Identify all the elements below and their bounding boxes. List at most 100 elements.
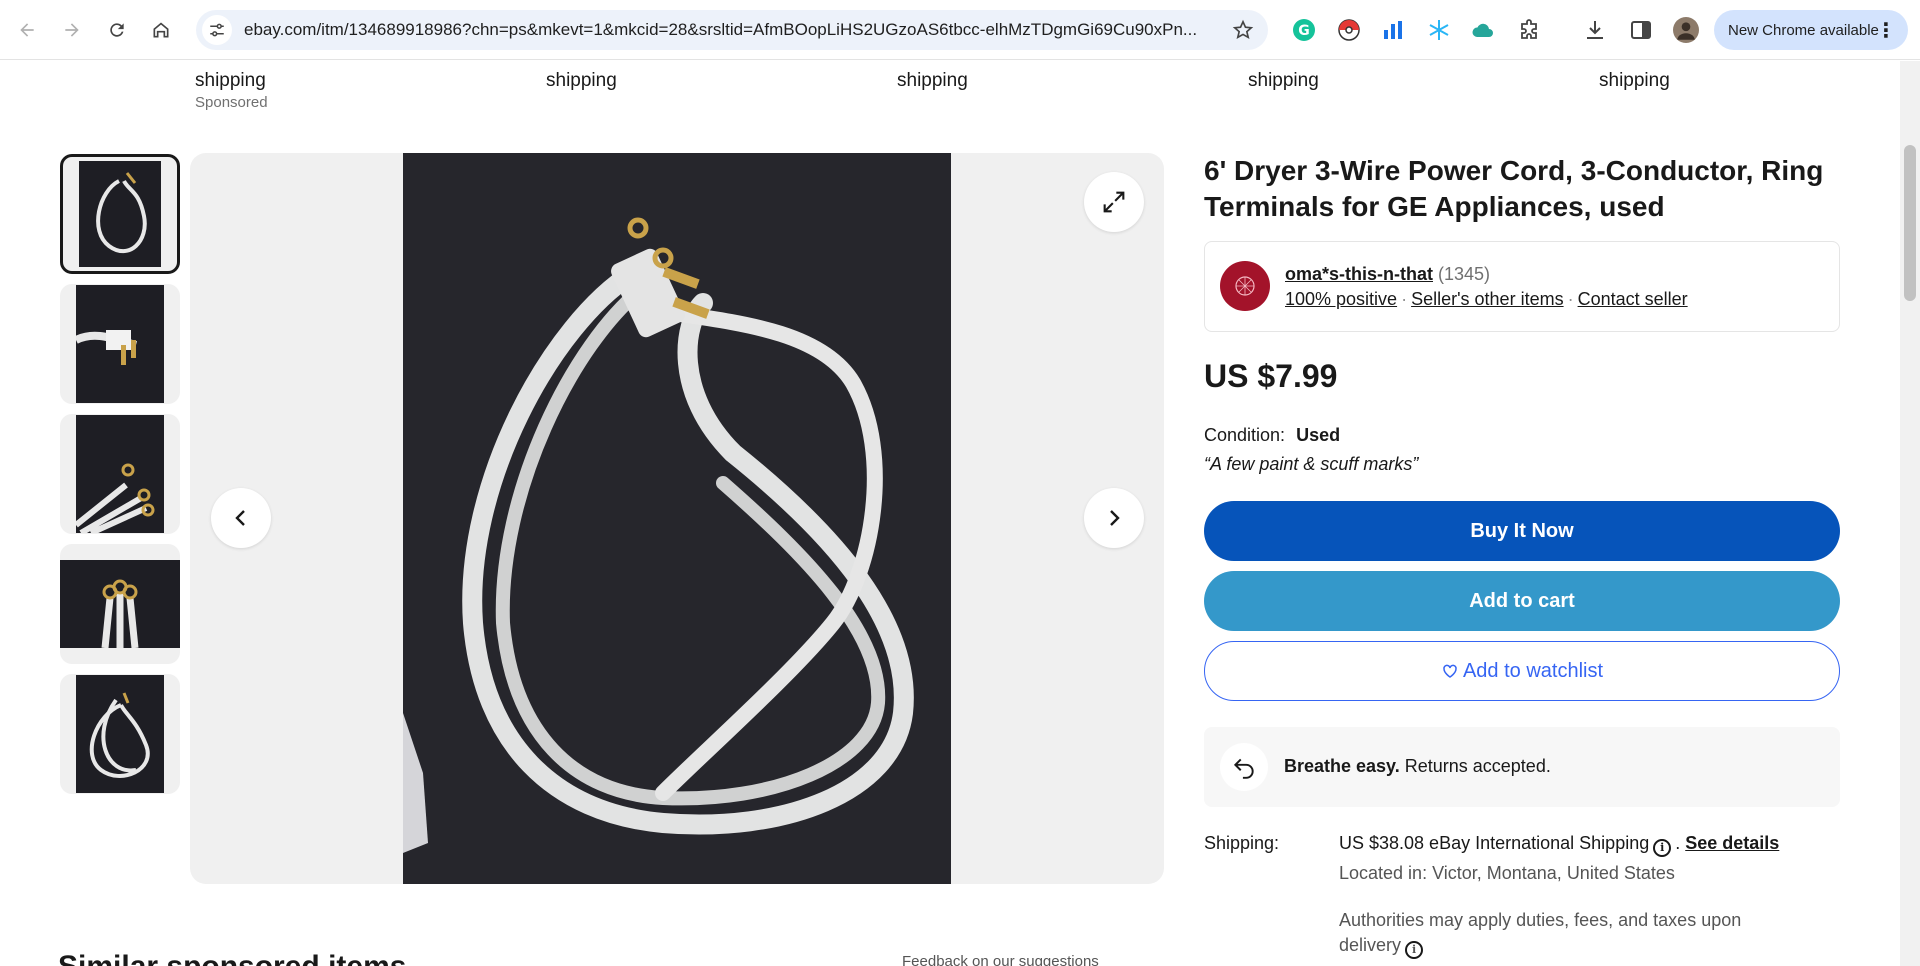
suggestions-feedback-link[interactable]: Feedback on our suggestions <box>902 953 1099 966</box>
duties-note: Authorities may apply duties, fees, and … <box>1339 908 1799 959</box>
strip-item-price-cut <box>546 61 617 69</box>
item-location: Located in: Victor, Montana, United Stat… <box>1339 863 1675 883</box>
strip-item[interactable]: shipping <box>1248 61 1319 92</box>
duties-text: Authorities may apply duties, fees, and … <box>1339 910 1742 955</box>
previous-image-button[interactable] <box>211 488 271 548</box>
chart-extension-icon[interactable] <box>1380 17 1406 43</box>
heart-icon <box>1443 664 1457 678</box>
seller-links: 100% positive · Seller's other items · Conta… <box>1285 289 1688 310</box>
page-content: shipping Sponsored shipping shipping shi… <box>0 61 1900 966</box>
image-gallery <box>190 153 1164 884</box>
seller-other-items-link[interactable]: Seller's other items <box>1411 289 1564 309</box>
chevron-right-icon <box>1110 510 1120 526</box>
menu-dots-icon[interactable]: ⋮ <box>1876 18 1896 43</box>
strip-item[interactable]: shipping Sponsored <box>195 61 268 111</box>
sponsored-label: Sponsored <box>195 94 268 111</box>
watchlist-label: Add to watchlist <box>1462 659 1604 682</box>
shipping-section: Shipping: US $38.08 eBay International S… <box>1204 833 1840 963</box>
reload-icon <box>110 23 124 37</box>
returns-text: Breathe easy. Returns accepted. <box>1284 756 1551 777</box>
browser-toolbar: ebay.com/itm/134689918986?chn=ps&mkevt=1… <box>0 0 1920 60</box>
thumbnail-image <box>76 675 164 793</box>
chevron-left-icon <box>235 510 245 526</box>
separator-dot: · <box>1401 289 1408 309</box>
condition-row: Condition: Used <box>1204 425 1840 446</box>
shipping-value: US $38.08 eBay International Shipping <box>1339 833 1650 853</box>
add-to-watchlist-button[interactable]: Add to watchlist <box>1204 641 1840 701</box>
home-icon <box>153 22 169 38</box>
returns-rest: Returns accepted. <box>1404 756 1551 776</box>
pokeball-extension-icon[interactable] <box>1336 17 1362 43</box>
reload-button[interactable] <box>100 13 134 47</box>
thumbnail-3[interactable] <box>60 414 180 534</box>
update-chrome-button[interactable]: New Chrome available ⋮ <box>1714 10 1908 50</box>
thumbnail-5[interactable] <box>60 674 180 794</box>
contact-seller-link[interactable]: Contact seller <box>1578 289 1688 309</box>
extensions-puzzle-icon[interactable] <box>1516 17 1542 43</box>
site-info-icon[interactable] <box>202 15 232 45</box>
seller-name-link[interactable]: oma*s-this-n-that <box>1285 264 1433 284</box>
svg-text:G: G <box>1298 23 1310 39</box>
forward-button[interactable] <box>55 13 89 47</box>
info-icon[interactable]: i <box>1405 940 1424 959</box>
arrow-left-icon <box>20 23 34 37</box>
similar-items-heading: Similar sponsored items <box>58 950 406 966</box>
next-image-button[interactable] <box>1084 488 1144 548</box>
sponsored-strip: shipping Sponsored shipping shipping shi… <box>0 61 1900 111</box>
cloud-extension-icon[interactable] <box>1470 17 1496 43</box>
strip-item-shipping: shipping <box>897 70 968 91</box>
arrow-right-icon <box>65 23 79 37</box>
return-arrow-icon <box>1220 743 1268 791</box>
info-icon[interactable]: i <box>1653 838 1672 857</box>
condition-value: Used <box>1296 425 1341 445</box>
seller-feedback-count: (1345) <box>1438 264 1491 284</box>
strip-item-shipping: shipping <box>1599 70 1670 91</box>
strip-item-price-cut <box>1248 61 1319 69</box>
back-button[interactable] <box>10 13 44 47</box>
seller-avatar[interactable] <box>1220 261 1270 311</box>
condition-label: Condition: <box>1204 425 1286 445</box>
product-title: 6' Dryer 3-Wire Power Cord, 3-Conductor,… <box>1204 155 1824 222</box>
main-product-image[interactable] <box>403 153 951 884</box>
strip-item-price-cut <box>897 61 968 69</box>
thumbnail-image <box>74 415 164 534</box>
page-scrollbar[interactable] <box>1900 61 1920 966</box>
separator-dot: · <box>1567 289 1574 309</box>
returns-bold: Breathe easy. <box>1284 756 1400 776</box>
url-text[interactable]: ebay.com/itm/134689918986?chn=ps&mkevt=1… <box>244 20 1224 40</box>
bookmark-star-icon[interactable] <box>1232 19 1254 41</box>
download-icon[interactable] <box>1582 17 1608 43</box>
condition-note: “A few paint & scuff marks” <box>1204 454 1419 474</box>
strip-item-price-cut <box>195 61 268 69</box>
profile-avatar-icon[interactable] <box>1673 17 1699 43</box>
thumbnail-image <box>74 285 164 403</box>
seller-card: oma*s-this-n-that (1345) 100% positive · S… <box>1204 241 1840 332</box>
seller-positive-link[interactable]: 100% positive <box>1285 289 1397 309</box>
buy-it-now-button[interactable]: Buy It Now <box>1204 501 1840 561</box>
product-info-panel: 6' Dryer 3-Wire Power Cord, 3-Conductor,… <box>1204 153 1840 963</box>
thumbnail-list <box>60 154 180 804</box>
strip-item[interactable]: shipping <box>546 61 617 92</box>
side-panel-icon[interactable] <box>1628 17 1654 43</box>
strip-item-shipping: shipping <box>546 70 617 91</box>
address-bar[interactable]: ebay.com/itm/134689918986?chn=ps&mkevt=1… <box>196 10 1268 50</box>
grammarly-extension-icon[interactable]: G <box>1291 17 1317 43</box>
update-chrome-label: New Chrome available <box>1728 21 1879 39</box>
see-details-link[interactable]: See details <box>1685 833 1779 853</box>
strip-item-price-cut <box>1599 61 1670 69</box>
expand-image-button[interactable] <box>1084 172 1144 232</box>
home-button[interactable] <box>144 13 178 47</box>
snowflake-extension-icon[interactable] <box>1426 17 1452 43</box>
thumbnail-1[interactable] <box>60 154 180 274</box>
seller-name-row: oma*s-this-n-that (1345) <box>1285 264 1490 285</box>
strip-item-shipping: shipping <box>1248 70 1319 91</box>
add-to-cart-button[interactable]: Add to cart <box>1204 571 1840 631</box>
thumbnail-4[interactable] <box>60 544 180 664</box>
item-price: US $7.99 <box>1204 358 1338 394</box>
strip-item[interactable]: shipping <box>897 61 968 92</box>
thumbnail-2[interactable] <box>60 284 180 404</box>
shipping-value-row: US $38.08 eBay International Shipping i. … <box>1339 833 1839 857</box>
strip-item[interactable]: shipping <box>1599 61 1670 92</box>
scrollbar-thumb[interactable] <box>1904 145 1916 301</box>
shipping-label: Shipping: <box>1204 833 1280 853</box>
